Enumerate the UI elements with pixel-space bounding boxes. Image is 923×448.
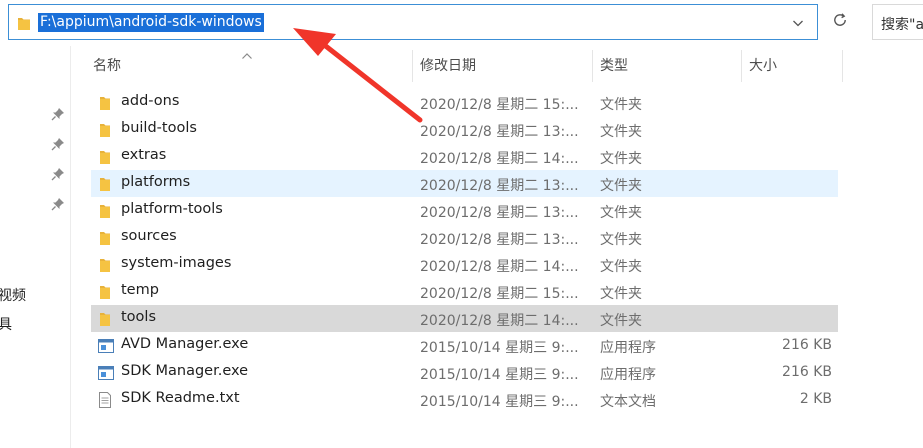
file-date-modified: 2015/10/14 星期三 9:... <box>420 394 579 410</box>
file-size: 2 KB <box>799 391 832 407</box>
pin-icon[interactable] <box>51 197 65 211</box>
file-row[interactable]: extras 2020/12/8 星期二 14:... 文件夹 <box>91 143 838 170</box>
search-input[interactable]: 搜索"a <box>872 4 923 40</box>
file-size: 216 KB <box>782 364 832 380</box>
folder-icon <box>97 121 115 139</box>
text-file-icon <box>97 391 115 409</box>
file-type: 文件夹 <box>600 151 642 167</box>
pin-icon[interactable] <box>51 107 65 121</box>
file-name: extras <box>121 147 167 163</box>
pin-icon[interactable] <box>51 167 65 181</box>
exe-icon <box>97 364 115 382</box>
column-divider[interactable] <box>741 50 742 82</box>
folder-icon <box>97 202 115 220</box>
file-name: platforms <box>121 174 191 190</box>
file-name: SDK Manager.exe <box>121 363 249 379</box>
pane-divider <box>70 46 71 448</box>
file-row[interactable]: build-tools 2020/12/8 星期二 13:... 文件夹 <box>91 116 838 143</box>
exe-icon <box>97 337 115 355</box>
file-row[interactable]: sources 2020/12/8 星期二 13:... 文件夹 <box>91 224 838 251</box>
file-row[interactable]: platform-tools 2020/12/8 星期二 13:... 文件夹 <box>91 197 838 224</box>
folder-icon <box>97 256 115 274</box>
column-header-size[interactable]: 大小 <box>749 52 777 80</box>
file-type: 文本文档 <box>600 394 656 410</box>
file-type: 文件夹 <box>600 124 642 140</box>
nav-item-videos[interactable]: 视频 <box>0 285 26 305</box>
column-divider[interactable] <box>412 50 413 82</box>
nav-item-tools[interactable]: 具 <box>0 314 12 334</box>
file-row[interactable]: tools 2020/12/8 星期二 14:... 文件夹 <box>91 305 838 332</box>
file-row[interactable]: system-images 2020/12/8 星期二 14:... 文件夹 <box>91 251 838 278</box>
folder-icon <box>97 94 115 112</box>
file-type: 应用程序 <box>600 340 656 356</box>
file-date-modified: 2020/12/8 星期二 14:... <box>420 151 579 167</box>
file-date-modified: 2020/12/8 星期二 15:... <box>420 286 579 302</box>
refresh-button[interactable] <box>820 4 860 40</box>
file-row[interactable]: platforms 2020/12/8 星期二 13:... 文件夹 <box>91 170 838 197</box>
file-name: system-images <box>121 255 232 271</box>
folder-icon <box>97 310 115 328</box>
file-name: SDK Readme.txt <box>121 390 240 406</box>
file-date-modified: 2020/12/8 星期二 13:... <box>420 178 579 194</box>
file-size: 216 KB <box>782 337 832 353</box>
folder-icon <box>17 15 31 35</box>
file-row[interactable]: AVD Manager.exe 2015/10/14 星期三 9:... 应用程序 2… <box>91 332 838 359</box>
address-bar[interactable]: F:\appium\android-sdk-windows <box>8 4 818 40</box>
folder-icon <box>97 175 115 193</box>
file-date-modified: 2020/12/8 星期二 14:... <box>420 259 579 275</box>
file-name: tools <box>121 309 157 325</box>
file-row[interactable]: SDK Readme.txt 2015/10/14 星期三 9:... 文本文档 2 … <box>91 386 838 413</box>
file-date-modified: 2015/10/14 星期三 9:... <box>420 367 579 383</box>
file-type: 文件夹 <box>600 232 642 248</box>
file-type: 应用程序 <box>600 367 656 383</box>
column-header-name[interactable]: 名称 <box>93 52 121 80</box>
file-row[interactable]: temp 2020/12/8 星期二 15:... 文件夹 <box>91 278 838 305</box>
file-name: AVD Manager.exe <box>121 336 249 352</box>
pin-icon[interactable] <box>51 137 65 151</box>
file-type: 文件夹 <box>600 97 642 113</box>
column-divider[interactable] <box>592 50 593 82</box>
search-placeholder: 搜索"a <box>881 17 923 33</box>
address-path[interactable]: F:\appium\android-sdk-windows <box>38 13 264 32</box>
file-date-modified: 2020/12/8 星期二 14:... <box>420 313 579 329</box>
file-type: 文件夹 <box>600 178 642 194</box>
column-header-date[interactable]: 修改日期 <box>420 52 476 80</box>
sort-up-icon <box>241 48 253 59</box>
column-header-type[interactable]: 类型 <box>600 52 628 80</box>
file-explorer-window: F:\appium\android-sdk-windows 搜索"a 视频 具 … <box>0 0 923 448</box>
file-type: 文件夹 <box>600 205 642 221</box>
chevron-down-icon[interactable] <box>791 16 805 30</box>
folder-icon <box>97 148 115 166</box>
file-date-modified: 2015/10/14 星期三 9:... <box>420 340 579 356</box>
file-date-modified: 2020/12/8 星期二 15:... <box>420 97 579 113</box>
refresh-icon <box>831 11 849 33</box>
file-name: temp <box>121 282 159 298</box>
folder-icon <box>97 283 115 301</box>
file-name: add-ons <box>121 93 180 109</box>
file-name: platform-tools <box>121 201 223 217</box>
file-row[interactable]: add-ons 2020/12/8 星期二 15:... 文件夹 <box>91 89 838 116</box>
file-date-modified: 2020/12/8 星期二 13:... <box>420 124 579 140</box>
column-divider[interactable] <box>842 50 843 82</box>
file-date-modified: 2020/12/8 星期二 13:... <box>420 232 579 248</box>
file-name: sources <box>121 228 177 244</box>
file-date-modified: 2020/12/8 星期二 13:... <box>420 205 579 221</box>
file-type: 文件夹 <box>600 286 642 302</box>
file-name: build-tools <box>121 120 197 136</box>
file-row[interactable]: SDK Manager.exe 2015/10/14 星期三 9:... 应用程序 2… <box>91 359 838 386</box>
folder-icon <box>97 229 115 247</box>
file-type: 文件夹 <box>600 259 642 275</box>
file-type: 文件夹 <box>600 313 642 329</box>
